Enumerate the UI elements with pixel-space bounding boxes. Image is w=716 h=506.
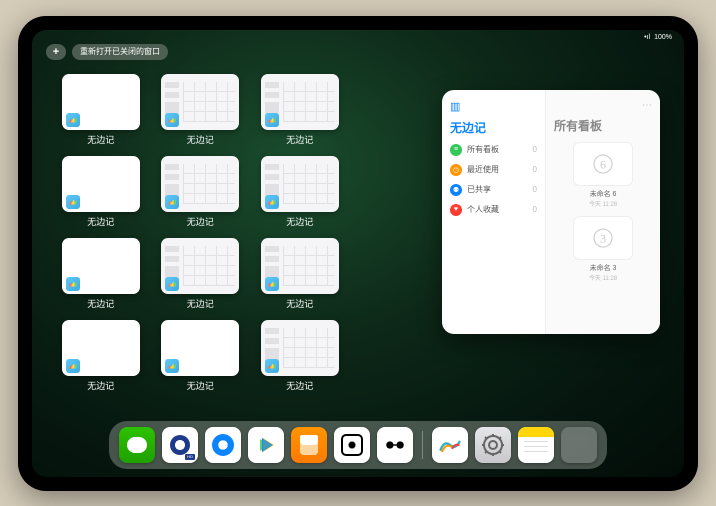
board-sublabel: 今天 11:28 <box>554 273 652 282</box>
board-preview: 6 <box>573 142 633 186</box>
sidebar-item-label: 所有看板 <box>467 144 499 155</box>
freeform-app-icon <box>265 277 279 291</box>
dock-app-dots[interactable] <box>334 427 370 463</box>
window-thumbnail[interactable]: 无边记 <box>259 74 341 146</box>
svg-text:6: 6 <box>600 157 606 171</box>
people-icon: ⚉ <box>450 184 462 196</box>
sidebar-item-heart[interactable]: ♥ 个人收藏 0 <box>450 204 537 216</box>
board-label: 未命名 6 <box>554 189 652 199</box>
window-thumbnail[interactable]: 无边记 <box>160 156 242 228</box>
status-bar: •ıl 100% <box>644 34 672 41</box>
window-thumbnail[interactable]: 无边记 <box>60 74 142 146</box>
ipad-frame: •ıl 100% + 重新打开已关闭的窗口 无边记无边记无边记无边记无边记无边记… <box>18 16 698 491</box>
freeform-app-icon <box>66 113 80 127</box>
window-label: 无边记 <box>187 379 214 392</box>
window-label: 无边记 <box>286 379 313 392</box>
window-thumbnail[interactable]: 无边记 <box>160 238 242 310</box>
window-thumbnail[interactable]: 无边记 <box>259 156 341 228</box>
board-sublabel: 今天 11:28 <box>554 199 652 208</box>
sidebar-item-list[interactable]: ≡ 所有看板 0 <box>450 144 537 156</box>
dock: HD <box>109 421 607 469</box>
clock-icon: ◷ <box>450 164 462 176</box>
freeform-sidebar: ▥ 无边记 ≡ 所有看板 0 ◷ 最近使用 0 ⚉ 已共享 0 ♥ 个人收藏 0 <box>442 90 546 334</box>
sidebar-item-count: 0 <box>533 205 537 214</box>
sidebar-item-count: 0 <box>533 165 537 174</box>
dock-app-notes[interactable] <box>518 427 554 463</box>
more-icon[interactable]: ⋯ <box>642 100 652 111</box>
sidebar-item-people[interactable]: ⚉ 已共享 0 <box>450 184 537 196</box>
window-label: 无边记 <box>286 297 313 310</box>
window-thumbnail[interactable]: 无边记 <box>60 238 142 310</box>
window-label: 无边记 <box>87 297 114 310</box>
freeform-app-icon <box>66 277 80 291</box>
dock-app-quark[interactable]: HD <box>162 427 198 463</box>
board-card[interactable]: 3 未命名 3今天 11:28 <box>554 216 652 282</box>
window-label: 无边记 <box>286 215 313 228</box>
reopen-closed-window-button[interactable]: 重新打开已关闭的窗口 <box>72 44 168 60</box>
freeform-app-icon <box>66 195 80 209</box>
window-label: 无边记 <box>87 215 114 228</box>
sidebar-title: 无边记 <box>450 119 537 136</box>
list-icon: ≡ <box>450 144 462 156</box>
dock-app-assist[interactable] <box>377 427 413 463</box>
content-title: 所有看板 <box>554 117 652 134</box>
freeform-app-icon <box>66 359 80 373</box>
sidebar-item-count: 0 <box>533 185 537 194</box>
window-label: 无边记 <box>87 133 114 146</box>
dock-app-wechat[interactable] <box>119 427 155 463</box>
window-label: 无边记 <box>286 133 313 146</box>
battery-label: 100% <box>654 34 672 41</box>
freeform-window[interactable]: ▥ 无边记 ≡ 所有看板 0 ◷ 最近使用 0 ⚉ 已共享 0 ♥ 个人收藏 0 ⋯ 所有看板 6 未命… <box>442 90 660 334</box>
board-preview: 3 <box>573 216 633 260</box>
dock-app-freeform[interactable] <box>432 427 468 463</box>
dock-app-books[interactable] <box>291 427 327 463</box>
svg-text:3: 3 <box>600 231 606 245</box>
sidebar-item-label: 已共享 <box>467 184 491 195</box>
sidebar-toggle-icon[interactable]: ▥ <box>450 100 460 113</box>
screen: •ıl 100% + 重新打开已关闭的窗口 无边记无边记无边记无边记无边记无边记… <box>32 30 684 477</box>
window-thumbnail[interactable]: 无边记 <box>160 320 242 392</box>
dock-separator <box>422 431 423 459</box>
freeform-app-icon <box>165 113 179 127</box>
window-thumbnail[interactable]: 无边记 <box>60 156 142 228</box>
sidebar-item-clock[interactable]: ◷ 最近使用 0 <box>450 164 537 176</box>
window-label: 无边记 <box>187 215 214 228</box>
freeform-app-icon <box>265 359 279 373</box>
window-label: 无边记 <box>187 297 214 310</box>
board-card[interactable]: 6 未命名 6今天 11:28 <box>554 142 652 208</box>
window-label: 无边记 <box>87 379 114 392</box>
new-window-button[interactable]: + <box>46 44 66 60</box>
window-thumbnail[interactable]: 无边记 <box>259 320 341 392</box>
window-label: 无边记 <box>187 133 214 146</box>
top-controls: + 重新打开已关闭的窗口 <box>46 44 168 60</box>
window-thumbnail[interactable]: 无边记 <box>259 238 341 310</box>
freeform-app-icon <box>165 195 179 209</box>
freeform-app-icon <box>265 113 279 127</box>
heart-icon: ♥ <box>450 204 462 216</box>
window-thumbnail[interactable]: 无边记 <box>60 320 142 392</box>
window-thumbnail[interactable]: 无边记 <box>160 74 242 146</box>
dock-app-folder[interactable] <box>561 427 597 463</box>
signal-icon: •ıl <box>644 34 650 41</box>
sidebar-item-label: 个人收藏 <box>467 204 499 215</box>
sidebar-item-count: 0 <box>533 145 537 154</box>
board-label: 未命名 3 <box>554 263 652 273</box>
sidebar-item-label: 最近使用 <box>467 164 499 175</box>
dock-app-settings[interactable] <box>475 427 511 463</box>
freeform-app-icon <box>265 195 279 209</box>
freeform-app-icon <box>165 359 179 373</box>
window-grid: 无边记无边记无边记无边记无边记无边记无边记无边记无边记无边记无边记无边记 <box>60 74 440 392</box>
dock-app-browser[interactable] <box>205 427 241 463</box>
dock-app-video[interactable] <box>248 427 284 463</box>
freeform-content: ⋯ 所有看板 6未命名 6今天 11:283未命名 3今天 11:28 <box>546 90 660 334</box>
freeform-app-icon <box>165 277 179 291</box>
